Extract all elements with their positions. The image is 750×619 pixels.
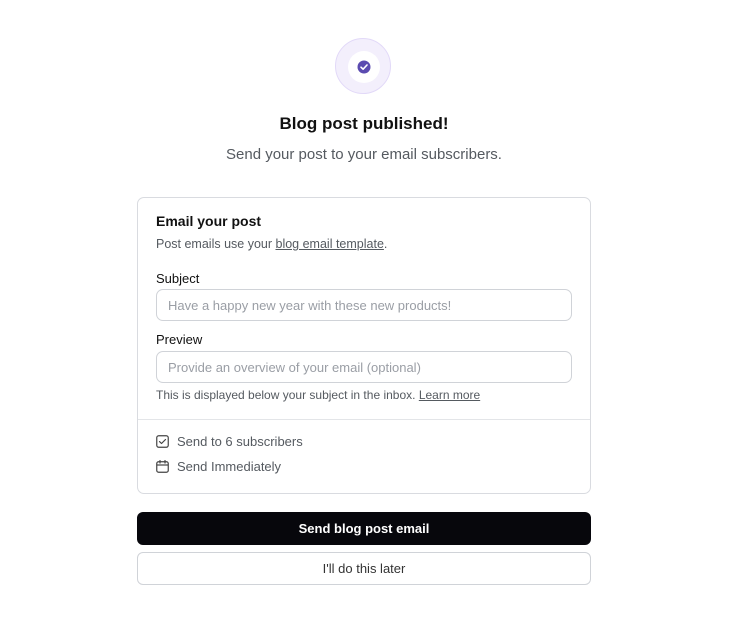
card-divider bbox=[138, 419, 590, 420]
checkbox-icon bbox=[156, 434, 169, 448]
check-circle-icon bbox=[357, 60, 371, 74]
page-title: Blog post published! bbox=[279, 114, 449, 133]
schedule-label: Send Immediately bbox=[177, 458, 282, 474]
card-title: Email your post bbox=[156, 213, 262, 229]
recipients-row: Send to 6 subscribers bbox=[156, 432, 303, 450]
blog-email-template-link[interactable]: blog email template bbox=[276, 237, 384, 251]
schedule-row: Send Immediately bbox=[156, 457, 281, 475]
success-badge bbox=[335, 38, 391, 94]
email-post-card: Email your post Post emails use your blo… bbox=[137, 197, 591, 494]
preview-hint: This is displayed below your subject in … bbox=[156, 388, 481, 402]
send-blog-post-email-button[interactable]: Send blog post email bbox=[137, 512, 591, 545]
calendar-icon bbox=[156, 459, 169, 473]
learn-more-link[interactable]: Learn more bbox=[419, 388, 480, 402]
subject-input[interactable] bbox=[156, 289, 572, 321]
do-this-later-button[interactable]: I'll do this later bbox=[137, 552, 591, 585]
page-subtitle: Send your post to your email subscribers… bbox=[226, 146, 502, 163]
publish-success-page: Blog post published! Send your post to y… bbox=[0, 0, 750, 619]
recipients-label: Send to 6 subscribers bbox=[177, 433, 303, 449]
card-description: Post emails use your blog email template… bbox=[156, 237, 388, 251]
preview-input[interactable] bbox=[156, 351, 572, 383]
subject-label: Subject bbox=[156, 271, 200, 286]
preview-label: Preview bbox=[156, 332, 203, 347]
